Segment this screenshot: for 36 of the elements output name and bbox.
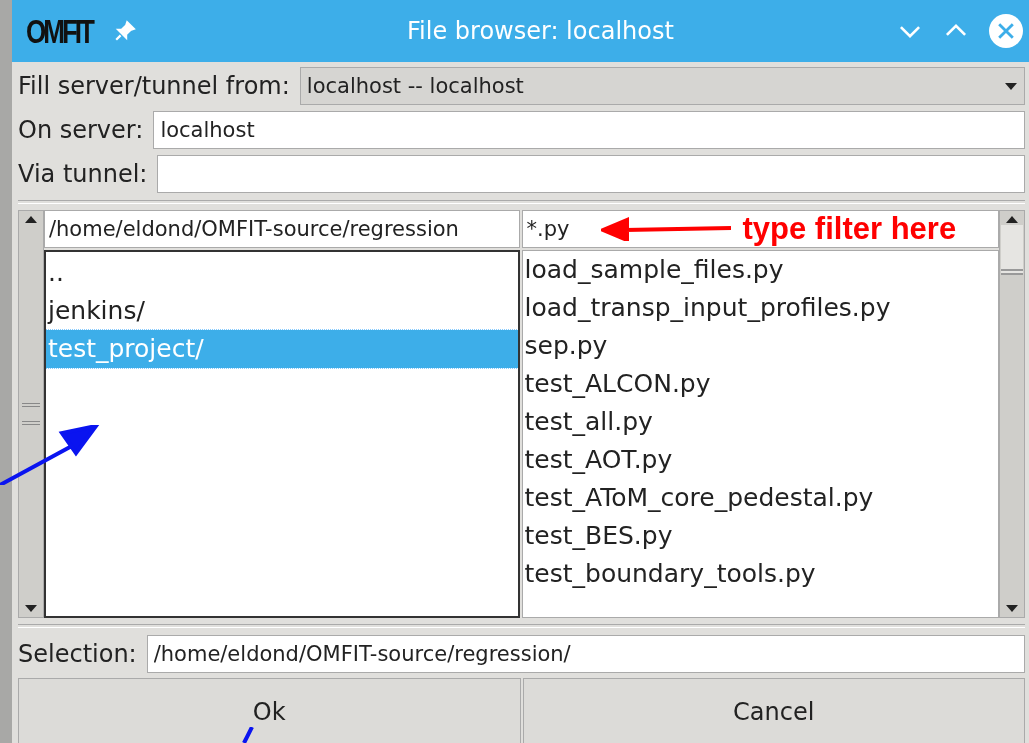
- close-icon[interactable]: [989, 14, 1023, 48]
- scroll-up-icon[interactable]: [24, 215, 38, 225]
- ok-button[interactable]: Ok: [18, 678, 521, 743]
- file-item[interactable]: test_AOT.py: [522, 441, 998, 479]
- file-item[interactable]: test_all.py: [522, 403, 998, 441]
- file-item[interactable]: test_BES.py: [522, 517, 998, 555]
- path-field[interactable]: /home/eldond/OMFIT-source/regression: [43, 210, 520, 248]
- window-title: File browser: localhost: [406, 17, 675, 45]
- annotation-text: type filter here: [742, 211, 957, 247]
- file-item[interactable]: test_ALCON.py: [522, 365, 998, 403]
- scroll-thumb[interactable]: [22, 403, 40, 425]
- scrollbar[interactable]: [999, 210, 1025, 618]
- dropdown-caret-icon: [1004, 81, 1018, 91]
- server-dropdown[interactable]: localhost -- localhost: [299, 67, 1025, 105]
- file-item[interactable]: load_sample_files.py: [522, 251, 998, 289]
- app-logo: OMFIT: [26, 10, 92, 52]
- selection-label: Selection:: [18, 640, 137, 668]
- directory-item[interactable]: jenkins/: [45, 292, 518, 330]
- directory-item[interactable]: ..: [45, 254, 518, 292]
- tunnel-field[interactable]: [157, 155, 1025, 193]
- file-item[interactable]: test_boundary_tools.py: [522, 555, 998, 593]
- file-item[interactable]: load_transp_input_profiles.py: [522, 289, 998, 327]
- on-server-label: On server:: [18, 116, 144, 144]
- scroll-down-icon[interactable]: [1005, 603, 1019, 613]
- file-item[interactable]: test_AToM_core_pedestal.py: [522, 479, 998, 517]
- fill-from-label: Fill server/tunnel from:: [18, 72, 290, 100]
- via-tunnel-label: Via tunnel:: [18, 160, 148, 188]
- filter-field[interactable]: *.py: [522, 217, 597, 241]
- scroll-thumb[interactable]: [1001, 225, 1023, 275]
- scroll-down-icon[interactable]: [24, 603, 38, 613]
- file-item[interactable]: sep.py: [522, 327, 998, 365]
- selection-field[interactable]: /home/eldond/OMFIT-source/regression/: [146, 635, 1025, 673]
- server-field[interactable]: localhost: [153, 111, 1025, 149]
- pin-icon[interactable]: [113, 20, 136, 42]
- scrollbar[interactable]: [18, 210, 44, 618]
- cancel-button[interactable]: Cancel: [522, 678, 1025, 743]
